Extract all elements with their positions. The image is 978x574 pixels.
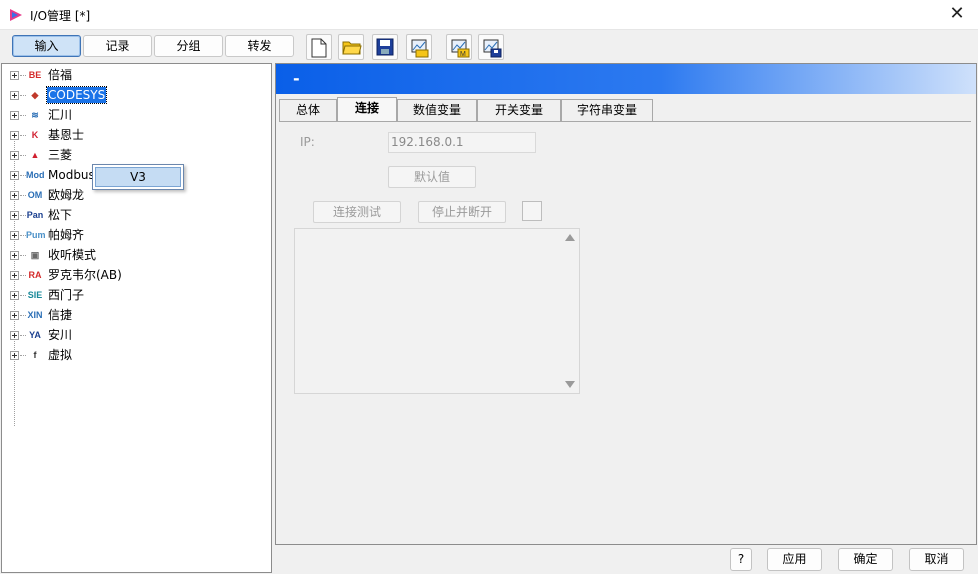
new-file-icon[interactable] [306, 34, 332, 60]
ok-button[interactable]: 确定 [838, 548, 893, 571]
save-icon[interactable] [372, 34, 398, 60]
vendor-logo-icon: Pum [26, 230, 46, 240]
tree-item[interactable]: YA 安川 [2, 326, 271, 344]
scroll-up-icon[interactable] [565, 234, 575, 241]
device-tree[interactable]: BE 倍福 ◆ CODESYS ≋ 汇川 K 基恩士 ▲ 三菱 Mod Modbus TCP OM 欧姆龙… [1, 63, 272, 573]
app-logo-icon [10, 9, 22, 21]
tree-item-label[interactable]: CODESYS [45, 86, 108, 104]
title-bar: I/O管理 [*] ✕ [0, 0, 978, 30]
tree-item[interactable]: ▣ 收听模式 [2, 246, 271, 264]
expand-plus-icon[interactable] [10, 71, 19, 80]
vendor-logo-icon: XIN [27, 310, 43, 320]
toolbar: 输入 记录 分组 转发 M [0, 31, 978, 63]
tree-item[interactable]: Pan 松下 [2, 206, 271, 224]
tree-item[interactable]: ▲ 三菱 [2, 146, 271, 164]
default-value-button[interactable]: 默认值 [388, 166, 476, 188]
tab-divider [279, 121, 971, 122]
expand-plus-icon[interactable] [10, 131, 19, 140]
expand-plus-icon[interactable] [10, 191, 19, 200]
vendor-logo-icon: ▣ [30, 250, 40, 260]
window-title: I/O管理 [*] [30, 9, 91, 23]
vendor-logo-icon: Pan [26, 210, 44, 220]
vendor-logo-icon: ▲ [30, 150, 40, 160]
expand-plus-icon[interactable] [10, 251, 19, 260]
vendor-logo-icon: OM [27, 190, 43, 200]
tree-item-label[interactable]: 罗克韦尔(AB) [47, 267, 123, 283]
log-output-area[interactable] [294, 228, 580, 394]
open-folder-icon[interactable] [338, 34, 364, 60]
tree-item-label[interactable]: 基恩士 [47, 127, 85, 143]
tree-item[interactable]: Pum 帕姆齐 [2, 226, 271, 244]
tab-string-variables[interactable]: 字符串变量 [561, 99, 653, 121]
tab-connection[interactable]: 连接 [337, 97, 397, 121]
codesys-v3-popup-item[interactable]: V3 [92, 164, 184, 190]
tree-item[interactable]: RA 罗克韦尔(AB) [2, 266, 271, 284]
tree-item-label[interactable]: 信捷 [47, 307, 73, 323]
tab-general[interactable]: 总体 [279, 99, 337, 121]
svg-text:M: M [460, 51, 466, 58]
tree-item[interactable]: K 基恩士 [2, 126, 271, 144]
ip-label: IP: [300, 135, 315, 149]
tree-item[interactable]: BE 倍福 [2, 66, 271, 84]
panel-banner: - [276, 64, 976, 94]
expand-plus-icon[interactable] [10, 331, 19, 340]
expand-plus-icon[interactable] [10, 291, 19, 300]
tree-item-label[interactable]: 虚拟 [47, 347, 73, 363]
expand-plus-icon[interactable] [10, 211, 19, 220]
vendor-logo-icon: RA [28, 270, 42, 280]
vendor-logo-icon: YA [29, 330, 41, 340]
ip-address-field[interactable]: 192.168.0.1 [388, 132, 536, 153]
connection-panel: - 总体 连接 数值变量 开关变量 字符串变量 IP: 192.168.0.1 … [275, 63, 977, 545]
banner-title: - [293, 69, 300, 88]
stop-disconnect-button[interactable]: 停止并断开 [418, 201, 506, 223]
tree-item-label[interactable]: 松下 [47, 207, 73, 223]
vendor-logo-icon: BE [28, 70, 42, 80]
expand-plus-icon[interactable] [10, 111, 19, 120]
tree-item-label[interactable]: 倍福 [47, 67, 73, 83]
tree-item[interactable]: XIN 信捷 [2, 306, 271, 324]
import-icon[interactable] [406, 34, 432, 60]
vendor-logo-icon: K [31, 130, 39, 140]
export-lock-icon[interactable] [478, 34, 504, 60]
apply-button[interactable]: 应用 [767, 548, 822, 571]
tree-item-label[interactable]: 三菱 [47, 147, 73, 163]
expand-plus-icon[interactable] [10, 231, 19, 240]
tree-item[interactable]: ◆ CODESYS [2, 86, 271, 104]
tree-item-label[interactable]: 汇川 [47, 107, 73, 123]
vendor-logo-icon: ◆ [31, 90, 39, 100]
cancel-button[interactable]: 取消 [909, 548, 964, 571]
tree-item[interactable]: SIE 西门子 [2, 286, 271, 304]
vendor-logo-icon: SIE [27, 290, 43, 300]
vendor-logo-icon: ≋ [31, 110, 39, 120]
status-indicator-box [522, 201, 542, 221]
expand-plus-icon[interactable] [10, 91, 19, 100]
input-button[interactable]: 输入 [12, 35, 81, 57]
tab-switch-variables[interactable]: 开关变量 [477, 99, 561, 121]
tree-item-label[interactable]: 收听模式 [47, 247, 97, 263]
close-icon[interactable]: ✕ [946, 4, 968, 26]
tree-item[interactable]: ≋ 汇川 [2, 106, 271, 124]
tree-item-label[interactable]: 安川 [47, 327, 73, 343]
expand-plus-icon[interactable] [10, 151, 19, 160]
export-m-icon[interactable]: M [446, 34, 472, 60]
scroll-down-icon[interactable] [565, 381, 575, 388]
expand-plus-icon[interactable] [10, 271, 19, 280]
tree-item[interactable]: f 虚拟 [2, 346, 271, 364]
expand-plus-icon[interactable] [10, 351, 19, 360]
forward-button[interactable]: 转发 [225, 35, 294, 57]
expand-plus-icon[interactable] [10, 311, 19, 320]
vendor-logo-icon: Mod [26, 170, 45, 180]
group-button[interactable]: 分组 [154, 35, 223, 57]
connection-test-button[interactable]: 连接测试 [313, 201, 401, 223]
tree-item-label[interactable]: 西门子 [47, 287, 85, 303]
tree-item-label[interactable]: 欧姆龙 [47, 187, 85, 203]
tab-numeric-variables[interactable]: 数值变量 [397, 99, 477, 121]
help-button[interactable]: ? [730, 548, 752, 571]
expand-plus-icon[interactable] [10, 171, 19, 180]
vendor-logo-icon: f [33, 350, 37, 360]
record-button[interactable]: 记录 [83, 35, 152, 57]
tree-item-label[interactable]: 帕姆齐 [47, 227, 85, 243]
